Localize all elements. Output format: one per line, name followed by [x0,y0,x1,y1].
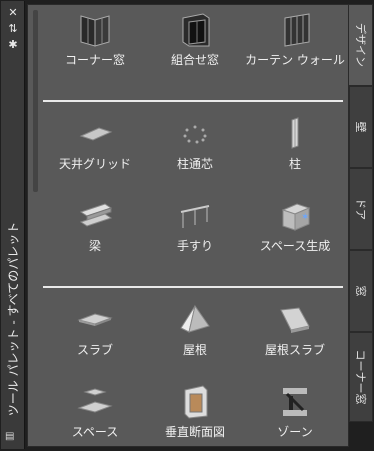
palette-title-bar[interactable]: ✕ ⇅ ✱ ツール パレット - すべてのパレット ▤ [1,1,25,449]
tab-door[interactable]: ドア [349,168,373,250]
tool-space[interactable]: スペース [45,384,145,440]
space-generate-icon: ✶ [281,203,311,231]
properties-icon[interactable]: ✱ [6,39,20,51]
palette-menu-icon[interactable]: ▤ [5,431,19,443]
roof-icon [180,304,210,333]
tool-beam[interactable]: 梁 [45,198,145,254]
tool-label: スペース [71,425,119,439]
tool-label: 屋根 [182,343,207,357]
tool-label: スペース生成 [259,239,331,253]
tool-slab[interactable]: スラブ [45,302,145,358]
column-icon [291,117,299,149]
tool-label: 柱通芯 [176,157,213,171]
tool-column[interactable]: 柱 [245,116,345,172]
section-divider [43,286,343,288]
tab-window[interactable]: 窓 [349,250,373,332]
svg-text:✶: ✶ [301,212,309,223]
tool-label: 手すり [176,239,213,253]
scrollbar-thumb[interactable] [33,10,38,192]
tool-railing[interactable]: 手すり [145,198,245,254]
vertical-section-icon [184,385,208,419]
column-grid-icon [183,125,207,144]
tool-roof[interactable]: 屋根 [145,302,245,358]
tool-column-grid[interactable]: 柱通芯 [145,116,245,172]
zone-icon [283,388,307,416]
tab-corner-window[interactable]: コーナー窓 [349,332,373,422]
tool-label: ゾーン [277,425,313,439]
railing-icon [180,205,210,228]
tool-label: スラブ [76,343,113,357]
palette-title: ツール パレット - すべてのパレット [6,221,21,416]
tool-label: コーナー窓 [64,53,125,67]
space-icon [77,388,113,413]
tool-zone[interactable]: ゾーン [245,384,345,440]
tool-vertical-section[interactable]: 垂直断面図 [145,384,245,440]
tool-label: 屋根スラブ [264,343,325,357]
tool-palette-window: ✕ ⇅ ✱ ツール パレット - すべてのパレット ▤ コーナー窓 組合せ窓 カ… [0,0,374,451]
beam-icon [79,203,113,227]
curtain-wall-icon [284,13,310,47]
autohide-icon[interactable]: ⇅ [6,23,20,35]
tool-label: カーテン ウォール [245,53,345,67]
ceiling-grid-icon [79,127,113,141]
tool-roof-slab[interactable]: 屋根スラブ [245,302,345,358]
roof-slab-icon [280,307,310,333]
tool-ceiling-grid[interactable]: 天井グリッド [45,116,145,172]
tool-space-generate[interactable]: ✶ スペース生成 [245,198,345,254]
tool-label: 梁 [88,239,101,253]
tool-corner-window[interactable]: コーナー窓 [45,12,145,68]
tab-design[interactable]: デザイン [349,4,373,86]
tool-label: 垂直断面図 [164,425,225,439]
tab-wall[interactable]: 壁 [349,86,373,168]
tool-assembly-window[interactable]: 組合せ窓 [145,12,245,68]
assembly-window-icon [182,13,210,47]
close-icon[interactable]: ✕ [6,7,20,19]
tool-curtain-wall[interactable]: カーテン ウォール [245,12,345,68]
slab-icon [77,313,113,326]
corner-window-icon [80,15,110,47]
tool-label: 柱 [288,157,301,171]
tool-label: 天井グリッド [58,157,131,171]
tool-label: 組合せ窓 [170,53,219,67]
section-divider [43,100,343,102]
palette-tabs: デザイン 壁 ドア 窓 コーナー窓 [349,0,374,451]
